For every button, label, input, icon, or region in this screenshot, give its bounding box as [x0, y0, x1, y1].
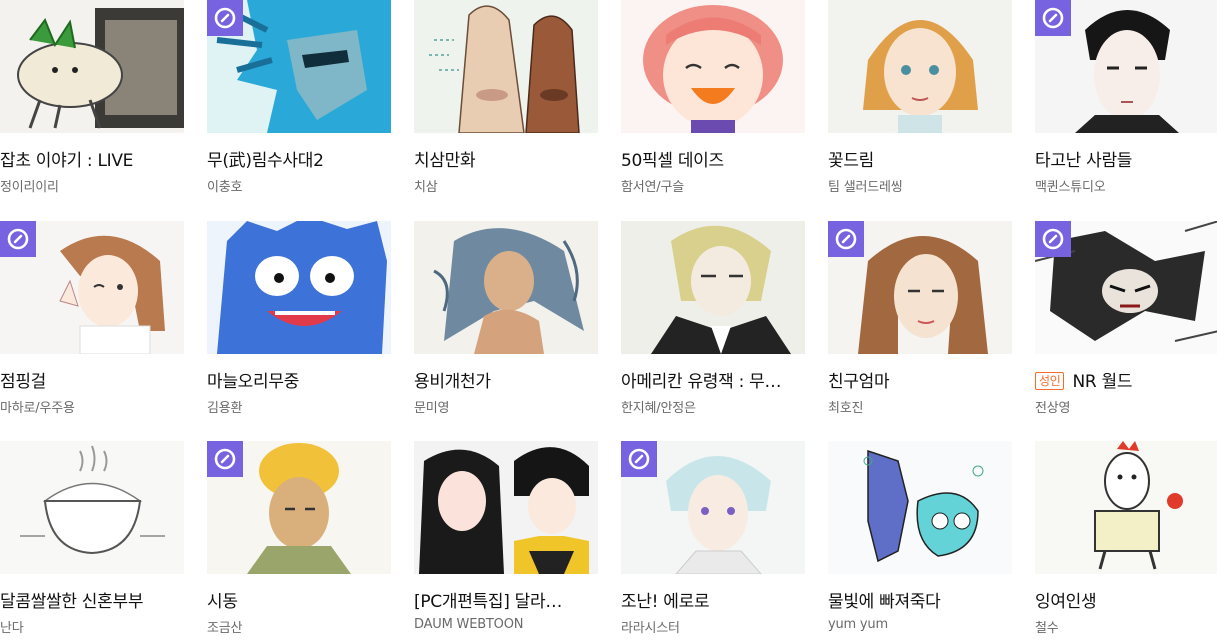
time-badge-icon — [207, 0, 243, 36]
webtoon-card[interactable]: 50픽셀 데이즈 함서연/구슬 — [621, 0, 805, 195]
laughing-girl-thumbnail[interactable] — [621, 0, 805, 133]
webtoon-title[interactable]: 잉여인생 — [1035, 587, 1217, 612]
webtoon-title[interactable]: 잡초 이야기 : LIVE — [0, 146, 190, 171]
webtoon-card[interactable]: 점핑걸 마하로/우주용 — [0, 221, 184, 416]
suited-man-thumbnail[interactable] — [621, 221, 805, 354]
webtoon-author: 마하로/우주용 — [0, 401, 75, 416]
winking-girl-thumbnail[interactable] — [0, 221, 184, 354]
webtoon-title[interactable]: 친구엄마 — [828, 367, 1018, 392]
webtoon-author: 문미영 — [414, 401, 450, 416]
webtoon-title[interactable]: 50픽셀 데이즈 — [621, 146, 811, 171]
couple-thumbnail[interactable] — [414, 441, 598, 574]
webtoon-title[interactable]: 치삼만화 — [414, 146, 604, 171]
webtoon-card[interactable]: 친구엄마 최호진 — [828, 221, 1012, 416]
woman-portrait-thumbnail[interactable] — [828, 221, 1012, 354]
webtoon-card[interactable]: 조난! 에로로 라라시스터 — [621, 441, 805, 636]
webtoon-author: 팀 샐러드레씽 — [828, 180, 903, 195]
webtoon-title[interactable]: 마늘오리무중 — [207, 367, 397, 392]
webtoon-card[interactable]: [PC개편특집] 달라… DAUM WEBTOON — [414, 441, 598, 632]
weed-character-thumbnail[interactable] — [0, 0, 184, 133]
webtoon-card[interactable]: 성인 NR 월드 전상영 — [1035, 221, 1217, 416]
blue-monster-thumbnail[interactable] — [207, 221, 391, 354]
time-badge-icon — [828, 221, 864, 257]
webtoon-title[interactable]: 무(武)림수사대2 — [207, 146, 397, 171]
webtoon-title[interactable]: 달콤쌀쌀한 신혼부부 — [0, 587, 190, 612]
webtoon-card[interactable]: 아메리칸 유령잭 : 무… 한지혜/안정은 — [621, 221, 805, 416]
fish-creatures-thumbnail[interactable] — [828, 441, 1012, 574]
blonde-girl-thumbnail[interactable] — [828, 0, 1012, 133]
webtoon-author: 난다 — [0, 621, 24, 636]
webtoon-author: 철수 — [1035, 621, 1059, 636]
time-badge-icon — [0, 221, 36, 257]
webtoon-title[interactable]: 타고난 사람들 — [1035, 146, 1217, 171]
webtoon-card[interactable]: 무(武)림수사대2 이충호 — [207, 0, 391, 195]
two-faces-thumbnail[interactable] — [414, 0, 598, 133]
blue-haired-man-thumbnail[interactable] — [207, 0, 391, 133]
rooster-doll-thumbnail[interactable] — [1035, 441, 1217, 574]
webtoon-card[interactable]: 타고난 사람들 맥퀸스튜디오 — [1035, 0, 1217, 195]
webtoon-author: 김용환 — [207, 401, 243, 416]
webtoon-author: 맥퀸스튜디오 — [1035, 180, 1106, 195]
webtoon-title[interactable]: 조난! 에로로 — [621, 587, 811, 612]
webtoon-card[interactable]: 잉여인생 철수 — [1035, 441, 1217, 636]
webtoon-author: 정이리이리 — [0, 180, 59, 195]
long-haired-man-thumbnail[interactable] — [414, 221, 598, 354]
webtoon-author: 이충호 — [207, 180, 243, 195]
time-badge-icon — [1035, 221, 1071, 257]
webtoon-author: 라라시스터 — [621, 621, 680, 636]
webtoon-title[interactable]: 용비개천가 — [414, 367, 604, 392]
webtoon-author: yum yum — [828, 617, 888, 632]
webtoon-card[interactable]: 달콤쌀쌀한 신혼부부 난다 — [0, 441, 184, 636]
webtoon-author: 한지혜/안정은 — [621, 401, 696, 416]
webtoon-title[interactable]: 성인 NR 월드 — [1035, 367, 1217, 392]
time-badge-icon — [207, 441, 243, 477]
webtoon-title[interactable]: 아메리칸 유령잭 : 무… — [621, 367, 811, 392]
webtoon-author: 조금산 — [207, 621, 243, 636]
webtoon-card[interactable]: 마늘오리무중 김용환 — [207, 221, 391, 416]
webtoon-author: 함서연/구슬 — [621, 180, 684, 195]
white-haired-man-thumbnail[interactable] — [621, 441, 805, 574]
webtoon-title[interactable]: 물빛에 빠져죽다 — [828, 587, 1018, 612]
webtoon-author: 전상영 — [1035, 401, 1071, 416]
webtoon-author: DAUM WEBTOON — [414, 617, 524, 632]
pale-man-thumbnail[interactable] — [1035, 0, 1217, 133]
webtoon-title[interactable]: 점핑걸 — [0, 367, 190, 392]
webtoon-card[interactable]: 꽃드림 팀 샐러드레씽 — [828, 0, 1012, 195]
time-badge-icon — [621, 441, 657, 477]
webtoon-author: 최호진 — [828, 401, 864, 416]
webtoon-title-text[interactable]: NR 월드 — [1072, 372, 1132, 392]
webtoon-card[interactable]: 치삼만화 치삼 — [414, 0, 598, 195]
webtoon-author: 치삼 — [414, 180, 438, 195]
rice-bowl-thumbnail[interactable] — [0, 441, 184, 574]
webtoon-card[interactable]: 용비개천가 문미영 — [414, 221, 598, 416]
curly-hair-man-thumbnail[interactable] — [207, 441, 391, 574]
webtoon-card[interactable]: 물빛에 빠져죽다 yum yum — [828, 441, 1012, 632]
webtoon-card[interactable]: 시동 조금산 — [207, 441, 391, 636]
webtoon-title[interactable]: 꽃드림 — [828, 146, 1018, 171]
webtoon-card[interactable]: 잡초 이야기 : LIVE 정이리이리 — [0, 0, 184, 195]
time-badge-icon — [1035, 0, 1071, 36]
webtoon-title[interactable]: 시동 — [207, 587, 397, 612]
webtoon-title[interactable]: [PC개편특집] 달라… — [414, 587, 604, 612]
action-sketch-thumbnail[interactable] — [1035, 221, 1217, 354]
adult-badge: 성인 — [1035, 372, 1065, 390]
